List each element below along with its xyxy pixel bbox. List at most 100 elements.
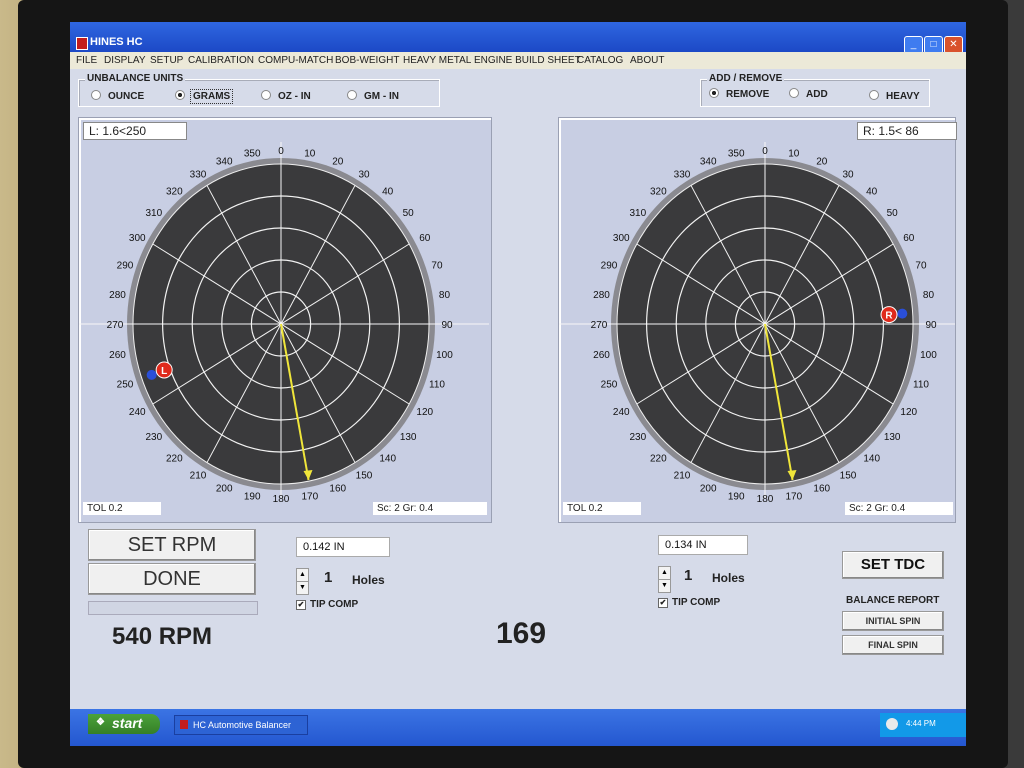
- radio-add[interactable]: ADD: [789, 88, 830, 100]
- left-angle-tick-label: 290: [117, 260, 134, 271]
- right-angle-tick-label: 280: [593, 290, 610, 301]
- menu-file[interactable]: FILE: [76, 55, 97, 66]
- right-angle-tick-label: 250: [601, 380, 618, 391]
- right-angle-tick-label: 270: [591, 320, 608, 331]
- left-angle-tick-label: 50: [403, 208, 415, 219]
- left-angle-tick-label: 70: [431, 260, 443, 271]
- left-angle-tick-label: 310: [145, 208, 162, 219]
- taskbar: ❖ start HC Automotive Balancer 4:44 PM: [70, 709, 966, 746]
- right-angle-tick-label: 170: [785, 491, 802, 502]
- radio-ounce[interactable]: OUNCE: [91, 90, 146, 102]
- right-angle-tick-label: 50: [887, 208, 899, 219]
- left-angle-tick-label: 80: [439, 290, 451, 301]
- tray-icon[interactable]: [886, 718, 898, 730]
- right-holes-up-button[interactable]: ▲: [658, 566, 671, 580]
- radio-gm-in[interactable]: GM - IN: [347, 90, 401, 102]
- final-spin-button[interactable]: FINAL SPIN: [842, 635, 944, 655]
- right-distance-field[interactable]: 0.134 IN: [658, 535, 748, 555]
- left-angle-tick-label: 350: [244, 149, 261, 160]
- right-angle-tick-label: 130: [884, 432, 901, 443]
- menu-setup[interactable]: SETUP: [150, 55, 183, 66]
- initial-spin-button[interactable]: INITIAL SPIN: [842, 611, 944, 631]
- radio-remove[interactable]: REMOVE: [709, 88, 771, 100]
- done-button[interactable]: DONE: [88, 563, 256, 595]
- app-icon: [180, 720, 188, 729]
- left-holes-up-button[interactable]: ▲: [296, 568, 309, 582]
- right-holes-down-button[interactable]: ▼: [658, 579, 671, 593]
- right-angle-tick-label: 260: [593, 350, 610, 361]
- left-angle-tick-label: 160: [329, 484, 346, 495]
- left-angle-tick-label: 180: [273, 494, 290, 505]
- menu-bar: FILE DISPLAY SETUP CALIBRATION COMPU-MAT…: [70, 52, 966, 69]
- right-marker-dot: [897, 308, 908, 319]
- left-angle-tick-label: 140: [379, 453, 396, 464]
- set-rpm-button[interactable]: SET RPM: [88, 529, 256, 561]
- left-angle-tick-label: 60: [419, 233, 431, 244]
- right-angle-tick-label: 110: [913, 380, 929, 391]
- set-tdc-button[interactable]: SET TDC: [842, 551, 944, 579]
- right-angle-tick-label: 320: [650, 187, 667, 198]
- right-angle-tick-label: 10: [788, 149, 800, 160]
- menu-about[interactable]: ABOUT: [630, 55, 664, 66]
- left-angle-tick-label: 270: [107, 320, 124, 331]
- unbalance-units-group: UNBALANCE UNITS OUNCE GRAMS OZ - IN GM -…: [78, 73, 440, 107]
- left-angle-tick-label: 200: [216, 484, 233, 495]
- menu-display[interactable]: DISPLAY: [104, 55, 146, 66]
- left-angle-tick-label: 330: [190, 169, 207, 180]
- right-angle-tick-label: 210: [674, 471, 691, 482]
- progress-bar: [88, 601, 258, 615]
- left-angle-tick-label: 100: [436, 350, 453, 361]
- menu-calibration[interactable]: CALIBRATION: [188, 55, 254, 66]
- left-holes-count: 1: [324, 569, 333, 586]
- right-angle-tick-label: 350: [728, 149, 745, 160]
- rpm-display: 540 RPM: [112, 623, 213, 650]
- unbalance-units-title: UNBALANCE UNITS: [85, 73, 186, 84]
- start-button[interactable]: ❖ start: [88, 714, 160, 734]
- left-plane-panel: 0 10 20 30 40 50 60 70 80 90 100 110 120 130 140 150 160…: [78, 117, 492, 523]
- menu-compu-match[interactable]: COMPU-MATCH: [258, 55, 333, 66]
- left-angle-tick-label: 280: [109, 290, 126, 301]
- left-angle-tick-label: 130: [400, 432, 417, 443]
- left-angle-tick-label: 150: [356, 471, 373, 482]
- left-angle-tick-label: 10: [304, 149, 316, 160]
- right-tolerance: TOL 0.2: [563, 502, 641, 515]
- menu-heavy-metal[interactable]: HEAVY METAL: [403, 55, 471, 66]
- right-angle-tick-label: 150: [840, 471, 857, 482]
- left-tip-comp-checkbox[interactable]: ✔ TIP COMP: [296, 599, 358, 610]
- right-angle-tick-label: 140: [863, 453, 880, 464]
- right-angle-tick-label: 70: [915, 260, 927, 271]
- right-angle-tick-label: 40: [866, 187, 878, 198]
- left-marker-label: L: [161, 366, 167, 377]
- right-angle-tick-label: 120: [900, 407, 917, 418]
- center-value: 169: [496, 617, 547, 650]
- right-tip-comp-checkbox[interactable]: ✔ TIP COMP: [658, 597, 720, 608]
- left-angle-tick-label: 340: [216, 156, 233, 167]
- right-angle-tick-label: 20: [816, 156, 828, 167]
- menu-engine-build-sheet[interactable]: ENGINE BUILD SHEET: [474, 55, 581, 66]
- left-polar-plot: 0 10 20 30 40 50 60 70 80 90 100 110 120 130 140 150 160…: [79, 142, 489, 505]
- screen: HINES HC _ □ ✕ FILE DISPLAY SETUP CALIBR…: [70, 22, 966, 746]
- left-readout: L: 1.6<250: [83, 122, 187, 140]
- taskbar-item-balancer[interactable]: HC Automotive Balancer: [174, 715, 308, 735]
- right-angle-tick-label: 220: [650, 453, 667, 464]
- radio-oz-in[interactable]: OZ - IN: [261, 90, 313, 102]
- right-plane-panel: 0 10 20 30 40 50 60 70 80 90 100 110 120 130 140 150 160…: [558, 117, 957, 523]
- left-angle-tick-label: 190: [244, 491, 261, 502]
- left-distance-field[interactable]: 0.142 IN: [296, 537, 390, 557]
- left-tolerance: TOL 0.2: [83, 502, 161, 515]
- right-angle-tick-label: 200: [700, 484, 717, 495]
- clock: 4:44 PM: [906, 719, 936, 728]
- title-bar[interactable]: HINES HC _ □ ✕: [70, 22, 966, 54]
- left-holes-down-button[interactable]: ▼: [296, 581, 309, 595]
- right-angle-tick-label: 290: [601, 260, 618, 271]
- right-polar-plot: 0 10 20 30 40 50 60 70 80 90 100 110 120 130 140 150 160…: [559, 142, 955, 505]
- menu-catalog[interactable]: CATALOG: [577, 55, 623, 66]
- right-angle-tick-label: 100: [920, 350, 937, 361]
- menu-bob-weight[interactable]: BOB-WEIGHT: [335, 55, 399, 66]
- left-angle-tick-label: 240: [129, 407, 146, 418]
- left-angle-tick-label: 250: [117, 380, 134, 391]
- radio-heavy[interactable]: HEAVY: [869, 90, 922, 102]
- left-angle-tick-label: 110: [429, 380, 445, 391]
- radio-grams[interactable]: GRAMS: [175, 89, 234, 104]
- checkmark-icon: ✔: [658, 598, 668, 608]
